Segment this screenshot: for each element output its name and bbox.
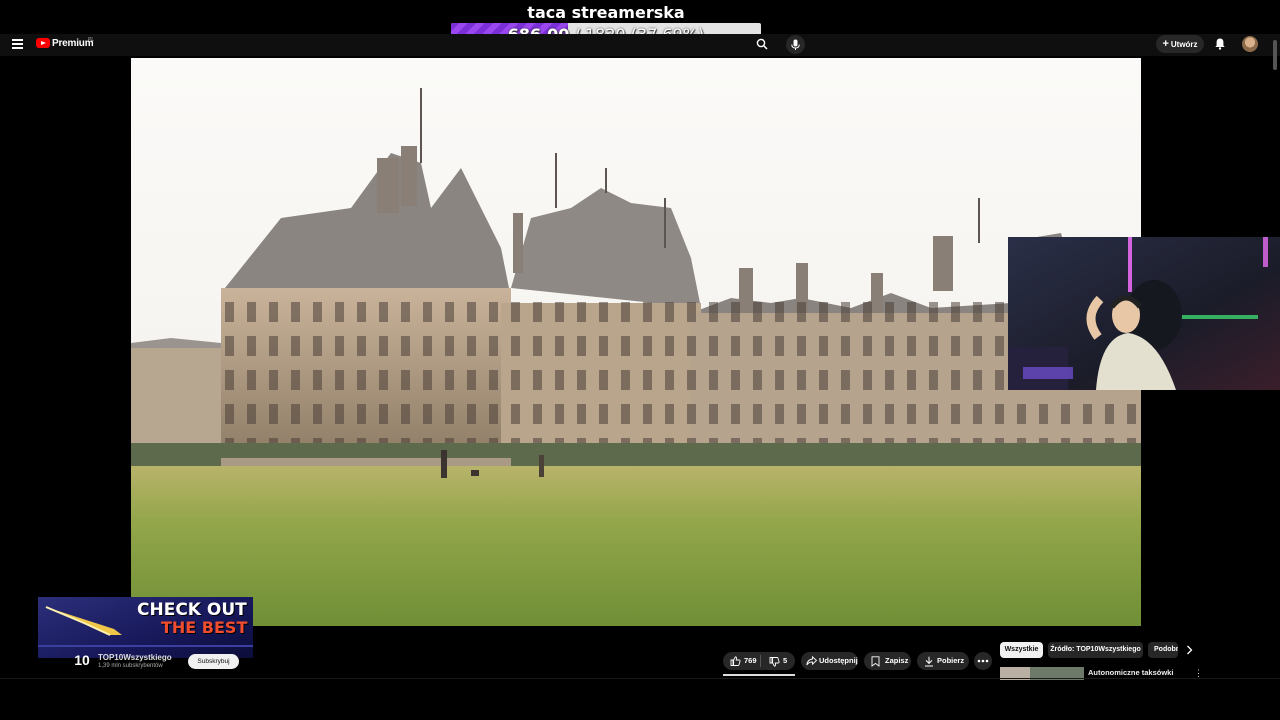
page-scrollbar[interactable] bbox=[1273, 40, 1277, 70]
youtube-logo-icon[interactable] bbox=[36, 38, 50, 48]
chevron-right-icon[interactable] bbox=[1183, 644, 1195, 656]
more-actions-button[interactable] bbox=[974, 652, 992, 670]
thumb-down-icon[interactable] bbox=[769, 657, 780, 667]
menu-icon[interactable] bbox=[12, 39, 23, 49]
subscriber-count: 1,39 mln subskrybentów bbox=[98, 663, 163, 669]
bookmark-icon bbox=[871, 656, 880, 667]
share-icon bbox=[806, 656, 817, 666]
more-horizontal-icon bbox=[977, 659, 989, 663]
account-avatar[interactable] bbox=[1242, 36, 1258, 52]
save-label: Zapisz bbox=[885, 656, 909, 665]
create-label: Utwórz bbox=[1170, 40, 1198, 49]
channel-avatar[interactable]: 10 bbox=[73, 651, 91, 669]
create-button[interactable]: + Utwórz bbox=[1156, 35, 1204, 53]
subscribe-button[interactable]: Subskrybuj bbox=[188, 654, 239, 669]
chip-source[interactable]: Źródło: TOP10Wszystkiego bbox=[1048, 642, 1143, 658]
search-icon[interactable] bbox=[756, 38, 768, 50]
country-code: PL bbox=[88, 37, 95, 43]
bottom-divider bbox=[0, 678, 1280, 679]
video-frame-chateau bbox=[131, 58, 1141, 626]
promo-line-2: THE BEST bbox=[161, 618, 248, 637]
chip-similar[interactable]: Podobne bbox=[1148, 642, 1178, 658]
rocket-icon bbox=[45, 606, 122, 636]
plus-icon: + bbox=[1162, 38, 1169, 50]
bell-icon[interactable] bbox=[1214, 37, 1226, 50]
channel-name[interactable]: TOP10Wszystkiego bbox=[98, 653, 172, 662]
like-divider bbox=[760, 655, 761, 667]
promo-divider bbox=[38, 645, 253, 647]
save-button[interactable]: Zapisz bbox=[864, 652, 911, 670]
recommendation-title[interactable]: Autonomiczne taksówki bbox=[1088, 668, 1173, 677]
goal-title: taca streamerska bbox=[527, 3, 685, 22]
like-underline bbox=[723, 674, 795, 676]
download-button[interactable]: Pobierz bbox=[917, 652, 969, 670]
youtube-top-bar bbox=[0, 34, 1280, 56]
webcam-feed bbox=[1008, 237, 1280, 390]
like-dislike-group: 769 5 bbox=[723, 652, 795, 670]
promo-line-1: CHECK OUT bbox=[137, 600, 247, 620]
chip-all[interactable]: Wszystkie bbox=[1000, 642, 1043, 658]
share-button[interactable]: Udostępnij bbox=[801, 652, 858, 670]
thumb-up-icon[interactable] bbox=[730, 656, 741, 666]
streamer-webcam bbox=[1008, 237, 1280, 390]
video-player[interactable] bbox=[131, 58, 1141, 626]
download-label: Pobierz bbox=[937, 656, 965, 665]
share-label: Udostępnij bbox=[819, 656, 858, 665]
voice-search-button[interactable] bbox=[786, 35, 805, 54]
promo-banner: CHECK OUT THE BEST bbox=[38, 597, 253, 658]
like-count[interactable]: 769 bbox=[744, 652, 757, 670]
mic-icon bbox=[791, 39, 800, 50]
download-icon bbox=[925, 656, 933, 667]
dislike-count[interactable]: 5 bbox=[783, 652, 787, 670]
